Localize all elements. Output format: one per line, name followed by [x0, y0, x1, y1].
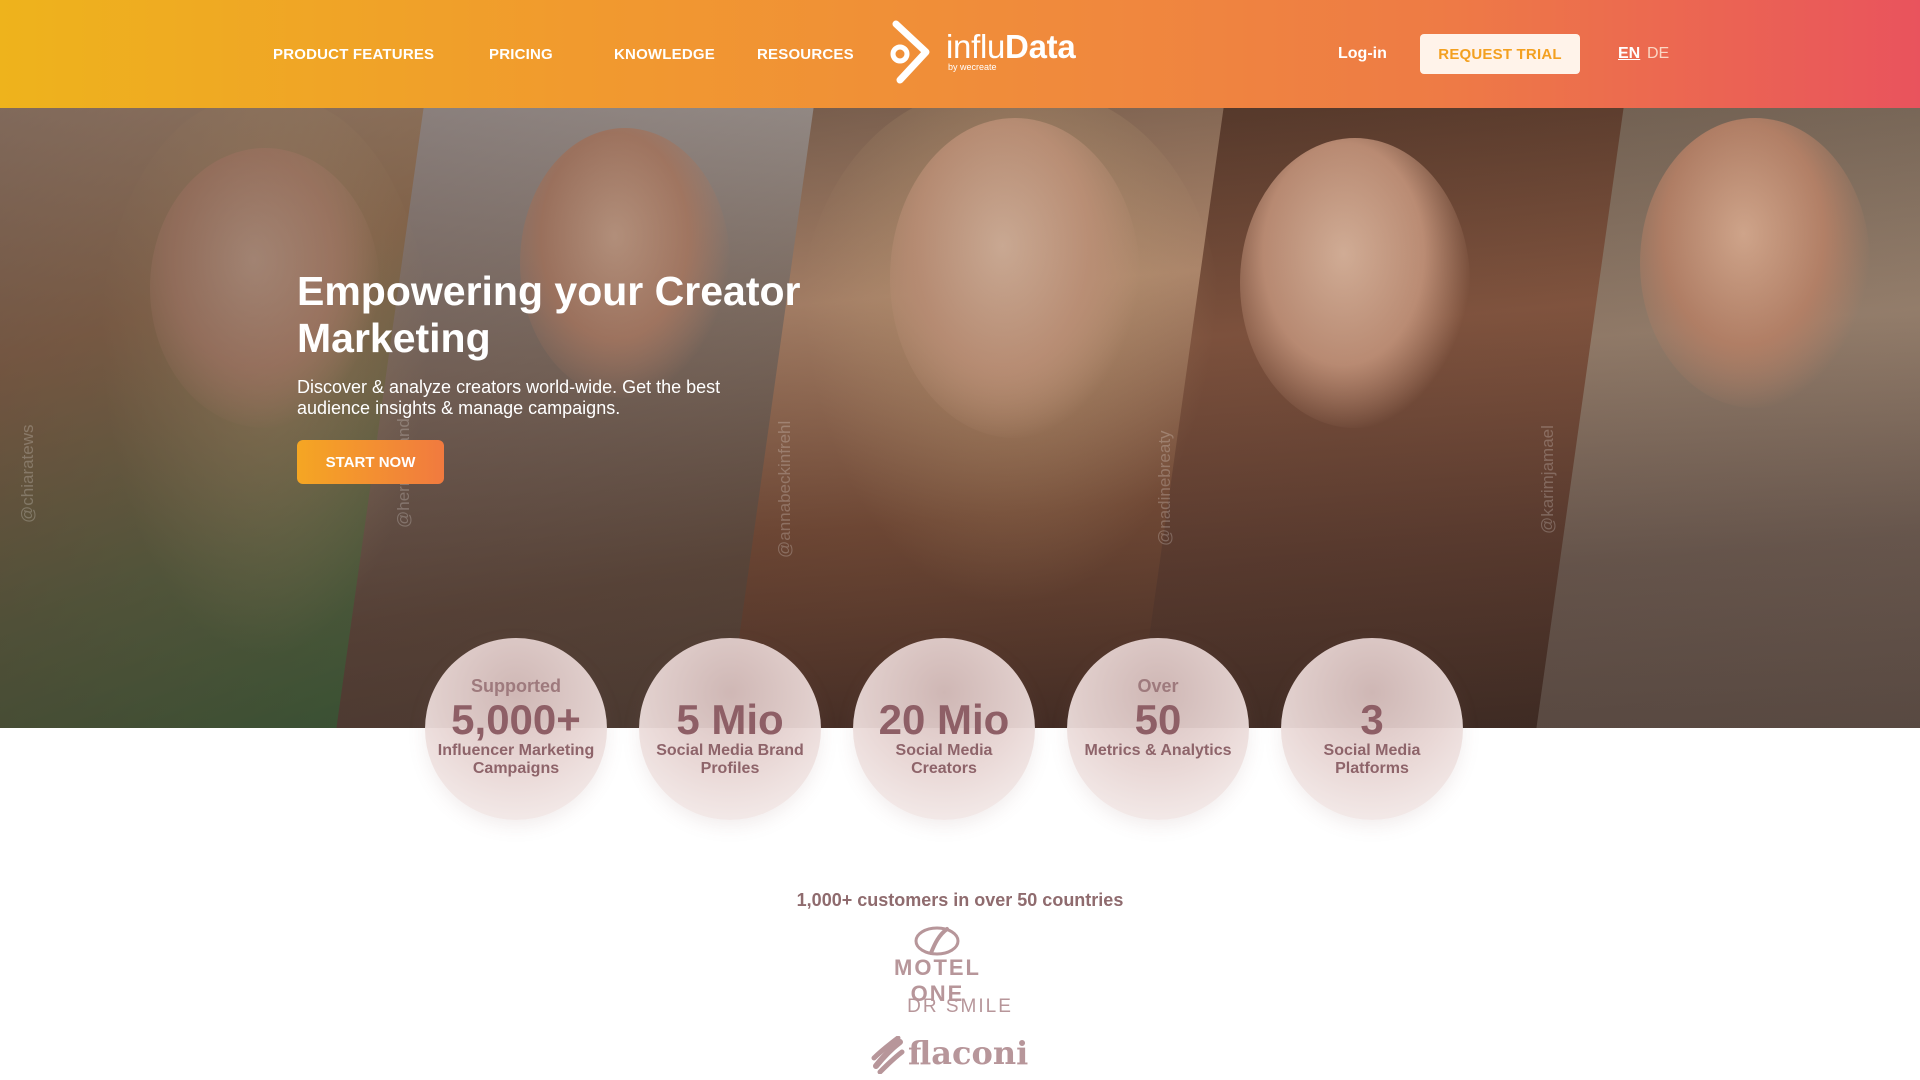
language-de[interactable]: DE: [1647, 45, 1669, 63]
stat-campaigns: Supported 5,000+ Influencer Marketing Ca…: [425, 638, 607, 820]
login-link[interactable]: Log-in: [1338, 45, 1387, 63]
request-trial-button[interactable]: REQUEST TRIAL: [1420, 34, 1580, 74]
creator-handle-3: @annabeckinfrehl: [775, 420, 794, 558]
hero-title: Empowering your Creator Marketing: [297, 268, 801, 361]
motel-one-logo: MOTEL ONE: [865, 925, 1010, 1006]
flaconi-brush-icon: [871, 1036, 905, 1074]
logo-wordmark-light: influ: [946, 28, 1006, 65]
stat-prefix: Supported: [471, 676, 561, 696]
stat-metrics: Over 50 Metrics & Analytics: [1067, 638, 1249, 820]
creator-handle-1: @chiaratews: [18, 424, 37, 523]
flaconi-logo: flaconi: [868, 1034, 1028, 1074]
nav-product-features[interactable]: PRODUCT FEATURES: [273, 46, 434, 63]
stat-creators: 20 Mio Social Media Creators: [853, 638, 1035, 820]
stat-value: 5,000+: [451, 696, 581, 743]
stat-platforms: 3 Social Media Platforms: [1281, 638, 1463, 820]
flaconi-wordmark: flaconi: [908, 1034, 1029, 1072]
language-en[interactable]: EN: [1618, 45, 1640, 63]
stat-label: Metrics & Analytics: [1084, 742, 1232, 759]
infludata-logo[interactable]: influData by wecreate: [886, 18, 1076, 88]
location-pin-icon: [890, 20, 930, 84]
customers-headline: 1,000+ customers in over 50 countries: [796, 890, 1124, 910]
nav-knowledge[interactable]: KNOWLEDGE: [614, 46, 715, 63]
creator-handle-5: @karimjamael: [1538, 425, 1557, 534]
logo-wordmark-bold: Data: [1005, 28, 1076, 65]
hero-overlay: [0, 108, 1920, 728]
top-navigation-bar: PRODUCT FEATURES PRICING KNOWLEDGE RESOU…: [0, 0, 1920, 108]
stat-label: Social Media Creators: [895, 742, 993, 777]
logo-tagline: by wecreate: [948, 62, 997, 72]
stat-value: 5 Mio: [676, 696, 784, 743]
creator-handle-4: @nadinebreaty: [1155, 430, 1174, 546]
motel-one-emblem-icon: [914, 926, 960, 956]
stat-prefix: Over: [1137, 676, 1179, 696]
hero-subtitle: Discover & analyze creators world-wide. …: [297, 377, 721, 418]
dr-smile-logo: DR SMILE: [907, 996, 1013, 1017]
stat-value: 20 Mio: [878, 696, 1010, 743]
stat-label: Social Media Brand Profiles: [656, 742, 804, 777]
nav-pricing[interactable]: PRICING: [489, 46, 553, 63]
stat-value: 50: [1134, 696, 1182, 743]
nav-resources[interactable]: RESOURCES: [757, 46, 854, 63]
stat-brand-profiles: 5 Mio Social Media Brand Profiles: [639, 638, 821, 820]
start-now-button[interactable]: START NOW: [297, 440, 444, 484]
hero-banner: @chiaratews @herrenbrand @annabeckinfreh…: [0, 108, 1920, 728]
stat-label: Influencer Marketing Campaigns: [437, 742, 595, 777]
logo-wordmark: influData: [946, 28, 1076, 66]
stat-value: 3: [1360, 696, 1384, 743]
stat-label: Social Media Platforms: [1323, 742, 1421, 777]
